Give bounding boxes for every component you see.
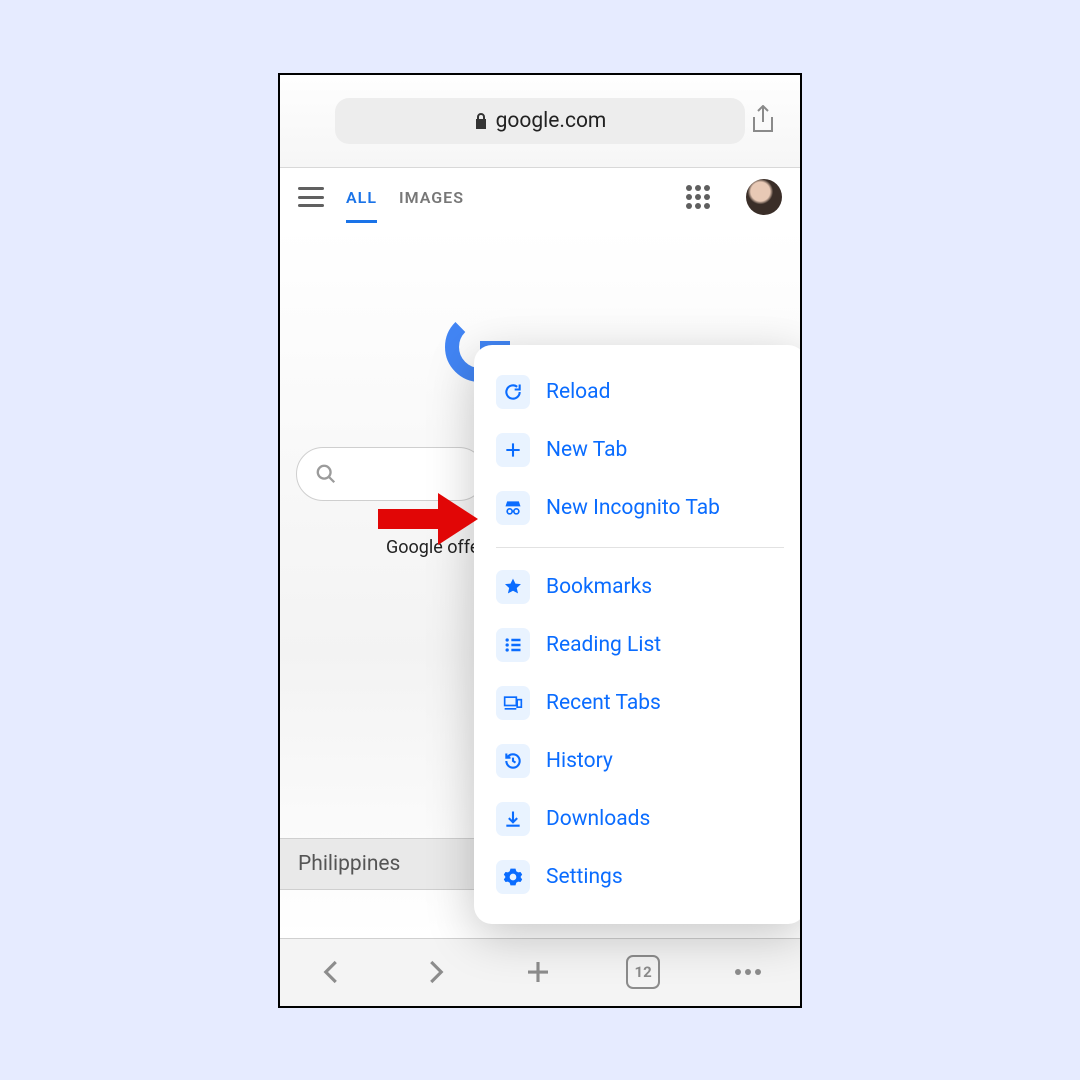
devices-icon	[496, 686, 530, 720]
list-icon	[496, 628, 530, 662]
menu-recent-tabs-label: Recent Tabs	[546, 691, 661, 715]
address-bar-text: google.com	[496, 109, 607, 133]
star-icon	[496, 570, 530, 604]
menu-incognito-label: New Incognito Tab	[546, 496, 720, 520]
menu-reload-label: Reload	[546, 380, 610, 404]
apps-icon[interactable]	[686, 185, 710, 209]
menu-settings-label: Settings	[546, 865, 623, 889]
browser-toolbar: google.com	[280, 75, 800, 167]
menu-reload[interactable]: Reload	[486, 363, 794, 421]
new-tab-icon[interactable]	[523, 957, 553, 987]
incognito-icon	[496, 491, 530, 525]
menu-bookmarks-label: Bookmarks	[546, 575, 652, 599]
history-icon	[496, 744, 530, 778]
menu-reading-list-label: Reading List	[546, 633, 661, 657]
menu-recent-tabs[interactable]: Recent Tabs	[486, 674, 794, 732]
menu-reading-list[interactable]: Reading List	[486, 616, 794, 674]
tab-all[interactable]: ALL	[346, 188, 377, 207]
menu-history-label: History	[546, 749, 613, 773]
download-icon	[496, 802, 530, 836]
plus-icon	[496, 433, 530, 467]
tab-images[interactable]: IMAGES	[399, 188, 464, 207]
menu-incognito[interactable]: New Incognito Tab	[486, 479, 794, 537]
back-icon[interactable]	[317, 957, 347, 987]
menu-bookmarks[interactable]: Bookmarks	[486, 558, 794, 616]
menu-settings[interactable]: Settings	[486, 848, 794, 906]
menu-icon[interactable]	[298, 187, 324, 207]
page-header: ALL IMAGES	[280, 167, 800, 227]
menu-separator	[496, 547, 784, 548]
menu-new-tab[interactable]: New Tab	[486, 421, 794, 479]
menu-downloads[interactable]: Downloads	[486, 790, 794, 848]
callout-arrow-icon	[378, 491, 478, 547]
share-icon[interactable]	[750, 105, 776, 135]
gear-icon	[496, 860, 530, 894]
reload-icon	[496, 375, 530, 409]
menu-new-tab-label: New Tab	[546, 438, 627, 462]
menu-history[interactable]: History	[486, 732, 794, 790]
tab-switcher[interactable]: 12	[626, 955, 660, 989]
forward-icon[interactable]	[420, 957, 450, 987]
menu-downloads-label: Downloads	[546, 807, 650, 831]
bottom-toolbar: 12	[280, 938, 800, 1006]
lock-icon	[474, 113, 488, 129]
address-bar[interactable]: google.com	[335, 98, 745, 144]
avatar[interactable]	[746, 179, 782, 215]
search-icon	[315, 463, 337, 485]
device-frame: google.com ALL IMAGES Google offe Philip…	[278, 73, 802, 1008]
more-icon[interactable]	[733, 967, 763, 977]
overflow-menu: Reload New Tab New Incognito Tab Bookmar…	[474, 345, 802, 924]
